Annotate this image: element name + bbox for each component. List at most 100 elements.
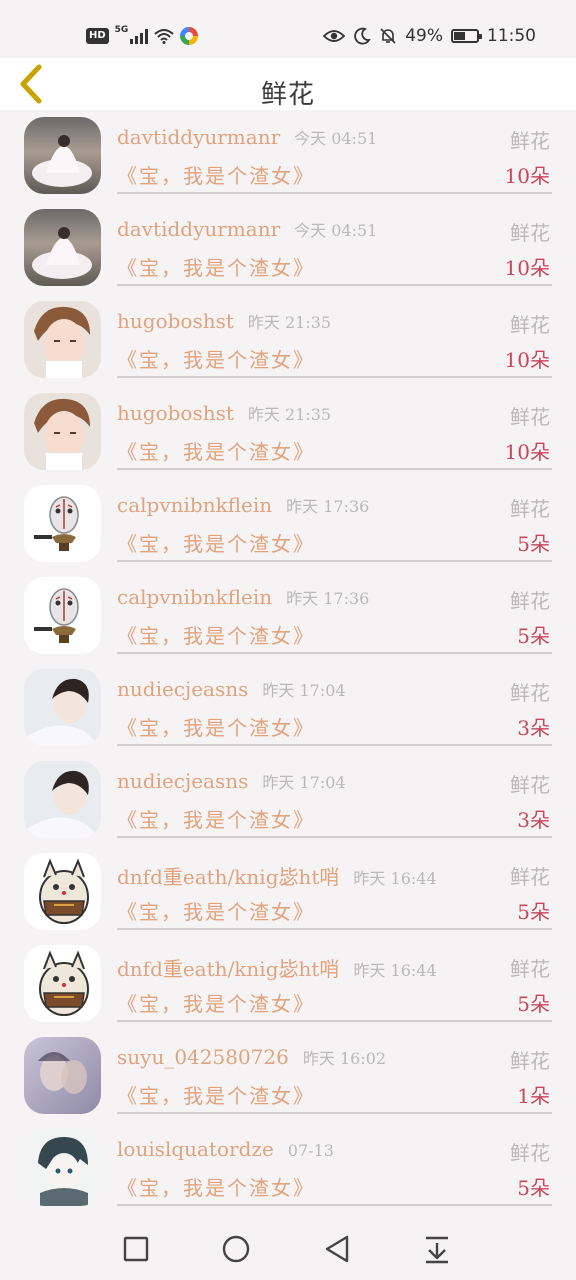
page-title: 鲜花 <box>260 80 315 110</box>
username[interactable]: hugoboshst <box>117 401 234 425</box>
list-item[interactable]: dnfd重eath/knig毖ht哨 昨天 16:44 鲜花 《宝，我是个渣女》 … <box>0 846 576 938</box>
timestamp: 昨天 21:35 <box>247 405 332 424</box>
gift-type-label: 鲜花 <box>510 405 550 429</box>
article-title[interactable]: 《宝，我是个渣女》 <box>117 344 315 373</box>
username[interactable]: calpvnibnkflein <box>117 493 272 517</box>
username-line: louislquatordze 07-13 <box>117 1137 334 1161</box>
username-line: calpvnibnkflein 昨天 17:36 <box>117 493 369 517</box>
gift-type-label: 鲜花 <box>510 773 550 797</box>
timestamp: 昨天 16:44 <box>353 961 437 980</box>
app-notification-icon <box>180 27 199 45</box>
list-item[interactable]: hugoboshst 昨天 21:35 鲜花 《宝，我是个渣女》 10朵 <box>0 386 576 478</box>
avatar[interactable] <box>24 117 101 194</box>
notification-pull-button[interactable] <box>420 1232 454 1266</box>
avatar[interactable] <box>24 485 101 562</box>
article-title[interactable]: 《宝，我是个渣女》 <box>117 436 315 465</box>
username-line: hugoboshst 昨天 21:35 <box>117 309 331 333</box>
app-header: 鲜花 <box>0 58 576 110</box>
article-title[interactable]: 《宝，我是个渣女》 <box>117 1080 315 1109</box>
article-title[interactable]: 《宝，我是个渣女》 <box>117 804 315 833</box>
article-title[interactable]: 《宝，我是个渣女》 <box>117 620 315 649</box>
username[interactable]: louislquatordze <box>117 1137 274 1161</box>
timestamp: 昨天 16:44 <box>353 869 437 888</box>
list-item[interactable]: nudiecjeasns 昨天 17:04 鲜花 《宝，我是个渣女》 3朵 <box>0 662 576 754</box>
status-right-icons: 49% 11:50 <box>323 24 536 48</box>
list-item[interactable]: calpvnibnkflein 昨天 17:36 鲜花 《宝，我是个渣女》 5朵 <box>0 478 576 570</box>
square-icon <box>123 1236 149 1262</box>
flower-count: 3朵 <box>517 808 550 832</box>
username[interactable]: calpvnibnkflein <box>117 585 272 609</box>
divider <box>117 192 552 194</box>
list-item[interactable]: suyu_042580726 昨天 16:02 鲜花 《宝，我是个渣女》 1朵 <box>0 1030 576 1122</box>
flower-count: 5朵 <box>517 1176 550 1200</box>
divider <box>117 1204 552 1206</box>
divider <box>117 560 552 562</box>
list-item[interactable]: dnfd重eath/knig毖ht哨 昨天 16:44 鲜花 《宝，我是个渣女》 … <box>0 938 576 1030</box>
home-button[interactable] <box>219 1232 253 1266</box>
username[interactable]: davtiddyurmanr <box>117 125 280 149</box>
divider <box>117 1112 552 1114</box>
article-title[interactable]: 《宝，我是个渣女》 <box>117 1172 315 1201</box>
article-title[interactable]: 《宝，我是个渣女》 <box>117 528 315 557</box>
avatar[interactable] <box>24 761 101 838</box>
timestamp: 昨天 17:04 <box>262 773 346 792</box>
username[interactable]: suyu_042580726 <box>117 1045 289 1069</box>
username[interactable]: nudiecjeasns <box>117 677 248 701</box>
nav-back-button[interactable] <box>320 1232 354 1266</box>
gift-type-label: 鲜花 <box>510 681 550 705</box>
avatar[interactable] <box>24 945 101 1022</box>
timestamp: 昨天 17:36 <box>286 497 370 516</box>
divider <box>117 836 552 838</box>
flower-count: 5朵 <box>517 992 550 1016</box>
list-item[interactable]: louislquatordze 07-13 鲜花 《宝，我是个渣女》 5朵 <box>0 1122 576 1214</box>
clock: 11:50 <box>487 26 536 46</box>
article-title[interactable]: 《宝，我是个渣女》 <box>117 160 315 189</box>
article-title[interactable]: 《宝，我是个渣女》 <box>117 712 315 741</box>
avatar[interactable] <box>24 669 101 746</box>
gift-type-label: 鲜花 <box>510 589 550 613</box>
system-nav-bar <box>0 1216 576 1280</box>
circle-icon <box>222 1235 250 1263</box>
avatar[interactable] <box>24 577 101 654</box>
timestamp: 昨天 17:36 <box>286 589 370 608</box>
recent-apps-button[interactable] <box>119 1232 153 1266</box>
list-item[interactable]: davtiddyurmanr 今天 04:51 鲜花 《宝，我是个渣女》 10朵 <box>0 110 576 202</box>
flower-count: 1朵 <box>517 1084 550 1108</box>
avatar[interactable] <box>24 1037 101 1114</box>
divider <box>117 468 552 470</box>
article-title[interactable]: 《宝，我是个渣女》 <box>117 252 315 281</box>
article-title[interactable]: 《宝，我是个渣女》 <box>117 896 315 925</box>
signal-icon <box>130 28 149 44</box>
avatar[interactable] <box>24 301 101 378</box>
avatar[interactable] <box>24 853 101 930</box>
gift-type-label: 鲜花 <box>510 1049 550 1073</box>
flower-gift-list[interactable]: davtiddyurmanr 今天 04:51 鲜花 《宝，我是个渣女》 10朵 … <box>0 110 576 1214</box>
divider <box>117 744 552 746</box>
divider <box>117 652 552 654</box>
avatar[interactable] <box>24 393 101 470</box>
avatar[interactable] <box>24 209 101 286</box>
gift-type-label: 鲜花 <box>510 957 550 981</box>
flower-count: 5朵 <box>517 532 550 556</box>
status-left-icons: HD 5G <box>86 24 199 48</box>
list-item[interactable]: hugoboshst 昨天 21:35 鲜花 《宝，我是个渣女》 10朵 <box>0 294 576 386</box>
username[interactable]: dnfd重eath/knig毖ht哨 <box>117 865 339 889</box>
flower-count: 3朵 <box>517 716 550 740</box>
username-line: dnfd重eath/knig毖ht哨 昨天 16:44 <box>117 861 437 890</box>
username[interactable]: nudiecjeasns <box>117 769 248 793</box>
username-line: nudiecjeasns 昨天 17:04 <box>117 769 346 793</box>
list-item[interactable]: calpvnibnkflein 昨天 17:36 鲜花 《宝，我是个渣女》 5朵 <box>0 570 576 662</box>
list-item[interactable]: nudiecjeasns 昨天 17:04 鲜花 《宝，我是个渣女》 3朵 <box>0 754 576 846</box>
username[interactable]: davtiddyurmanr <box>117 217 280 241</box>
username[interactable]: dnfd重eath/knig毖ht哨 <box>117 957 339 981</box>
avatar[interactable] <box>24 1129 101 1206</box>
timestamp: 昨天 21:35 <box>247 313 332 332</box>
username-line: davtiddyurmanr 今天 04:51 <box>117 125 377 149</box>
timestamp: 昨天 17:04 <box>262 681 346 700</box>
gift-type-label: 鲜花 <box>510 865 550 889</box>
article-title[interactable]: 《宝，我是个渣女》 <box>117 988 315 1017</box>
flower-count: 10朵 <box>504 440 550 464</box>
list-item[interactable]: davtiddyurmanr 今天 04:51 鲜花 《宝，我是个渣女》 10朵 <box>0 202 576 294</box>
username[interactable]: hugoboshst <box>117 309 234 333</box>
username-line: suyu_042580726 昨天 16:02 <box>117 1045 386 1069</box>
